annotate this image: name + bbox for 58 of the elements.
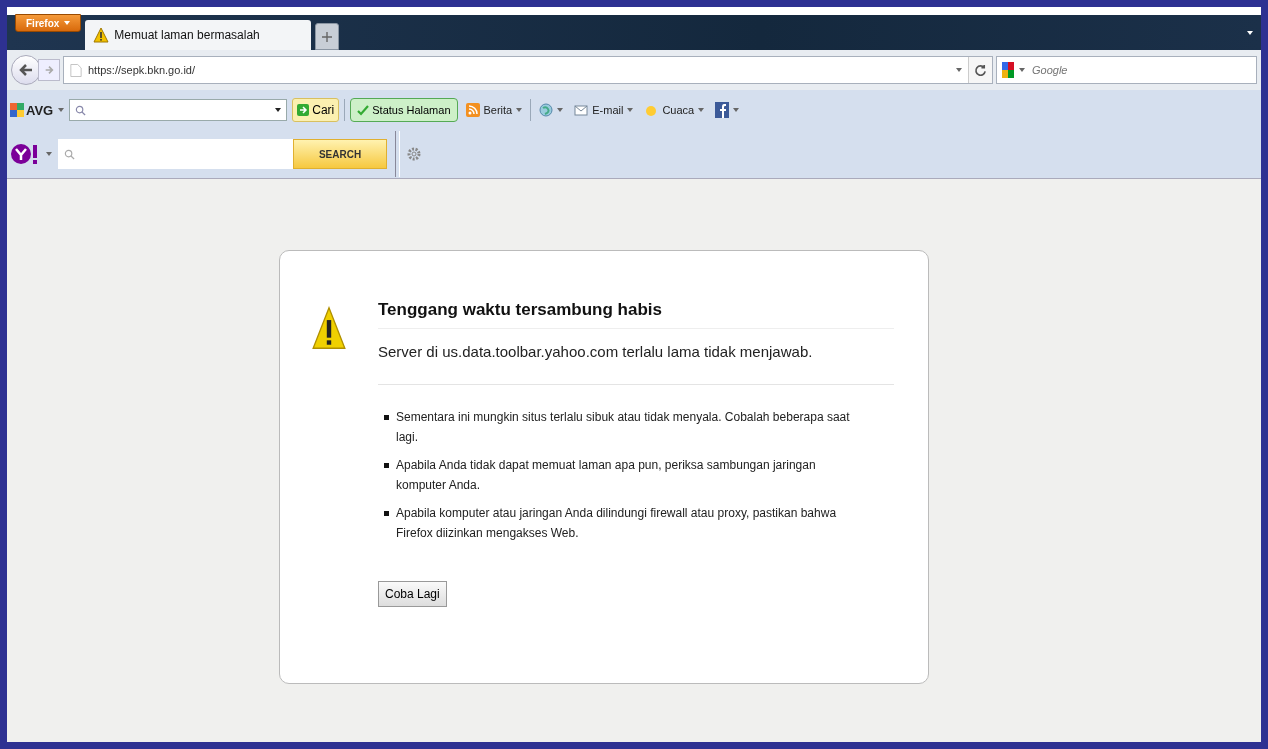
sun-icon bbox=[644, 103, 659, 117]
search-button[interactable]: SEARCH bbox=[293, 139, 387, 169]
settings-button[interactable] bbox=[406, 146, 422, 162]
warning-icon bbox=[93, 27, 110, 43]
weather-button[interactable]: Cuaca bbox=[641, 103, 708, 117]
back-arrow-icon bbox=[18, 62, 34, 78]
search-field[interactable] bbox=[58, 139, 293, 169]
page-icon bbox=[70, 62, 82, 78]
caret-icon bbox=[956, 68, 962, 72]
search-bar[interactable]: Google bbox=[996, 56, 1257, 84]
envelope-icon bbox=[574, 103, 589, 117]
bullet-icon bbox=[384, 415, 389, 420]
search-icon bbox=[75, 104, 87, 116]
caret-icon bbox=[46, 152, 52, 156]
settings-icon bbox=[406, 146, 422, 162]
rss-icon bbox=[465, 103, 480, 117]
suggestion-text: Sementara ini mungkin situs terlalu sibuk atau tidak menyala. Cobalah beberapa saat lagi. bbox=[396, 409, 851, 446]
caret-icon bbox=[516, 108, 523, 112]
globe-icon bbox=[539, 103, 554, 117]
back-button[interactable] bbox=[11, 55, 41, 85]
tab-title: Memuat laman bermasalah bbox=[114, 28, 260, 42]
bullet-icon bbox=[384, 463, 389, 468]
forward-arrow-icon bbox=[44, 65, 54, 75]
google-logo-icon bbox=[1002, 62, 1014, 78]
bullet-icon bbox=[384, 511, 389, 516]
address-bar[interactable]: https://sepk.bkn.go.id/ bbox=[63, 56, 993, 84]
search-icon bbox=[64, 148, 75, 160]
browser-tab[interactable]: Memuat laman bermasalah bbox=[85, 20, 312, 50]
search-field[interactable] bbox=[69, 99, 288, 121]
warning-icon bbox=[310, 306, 348, 350]
caret-icon bbox=[58, 108, 65, 112]
new-tab-button[interactable] bbox=[315, 23, 340, 50]
caret-icon bbox=[557, 108, 564, 112]
caret-icon bbox=[1019, 68, 1025, 72]
suggestion-text: Apabila komputer atau jaringan Anda dilindungi firewall atau proxy, pastikan bahwa Firefox diizinkan mengakses Web. bbox=[396, 505, 838, 542]
avg-logo-icon bbox=[10, 103, 24, 117]
reload-button[interactable] bbox=[968, 57, 992, 83]
facebook-icon bbox=[715, 102, 730, 118]
suggestion-text: Apabila Anda tidak dapat memuat laman apa pun, periksa sambungan jaringan komputer Anda. bbox=[396, 457, 817, 494]
arrow-icon bbox=[297, 104, 310, 116]
try-again-button[interactable]: Coba Lagi bbox=[378, 581, 447, 607]
reload-icon bbox=[974, 63, 987, 77]
yahoo-logo-icon bbox=[10, 143, 40, 165]
email-button[interactable]: E-mail bbox=[571, 103, 637, 117]
page-status-button[interactable]: Status Halaman bbox=[350, 98, 458, 122]
search-button[interactable]: Cari bbox=[292, 98, 340, 122]
error-title: Tenggang waktu tersambung habis bbox=[378, 300, 894, 329]
avg-logo[interactable]: AVG bbox=[10, 102, 54, 118]
caret-icon bbox=[698, 108, 705, 112]
checkmark-icon bbox=[357, 104, 370, 116]
caret-icon bbox=[64, 21, 71, 25]
caret-icon bbox=[733, 108, 740, 112]
caret-icon bbox=[627, 108, 634, 112]
error-message: Server di us.data.toolbar.yahoo.com terlalu lama tidak menjawab. bbox=[378, 343, 814, 360]
caret-icon bbox=[1247, 30, 1253, 35]
plus-icon bbox=[322, 31, 333, 42]
caret-icon bbox=[275, 108, 282, 112]
news-button[interactable]: Berita bbox=[462, 103, 526, 117]
